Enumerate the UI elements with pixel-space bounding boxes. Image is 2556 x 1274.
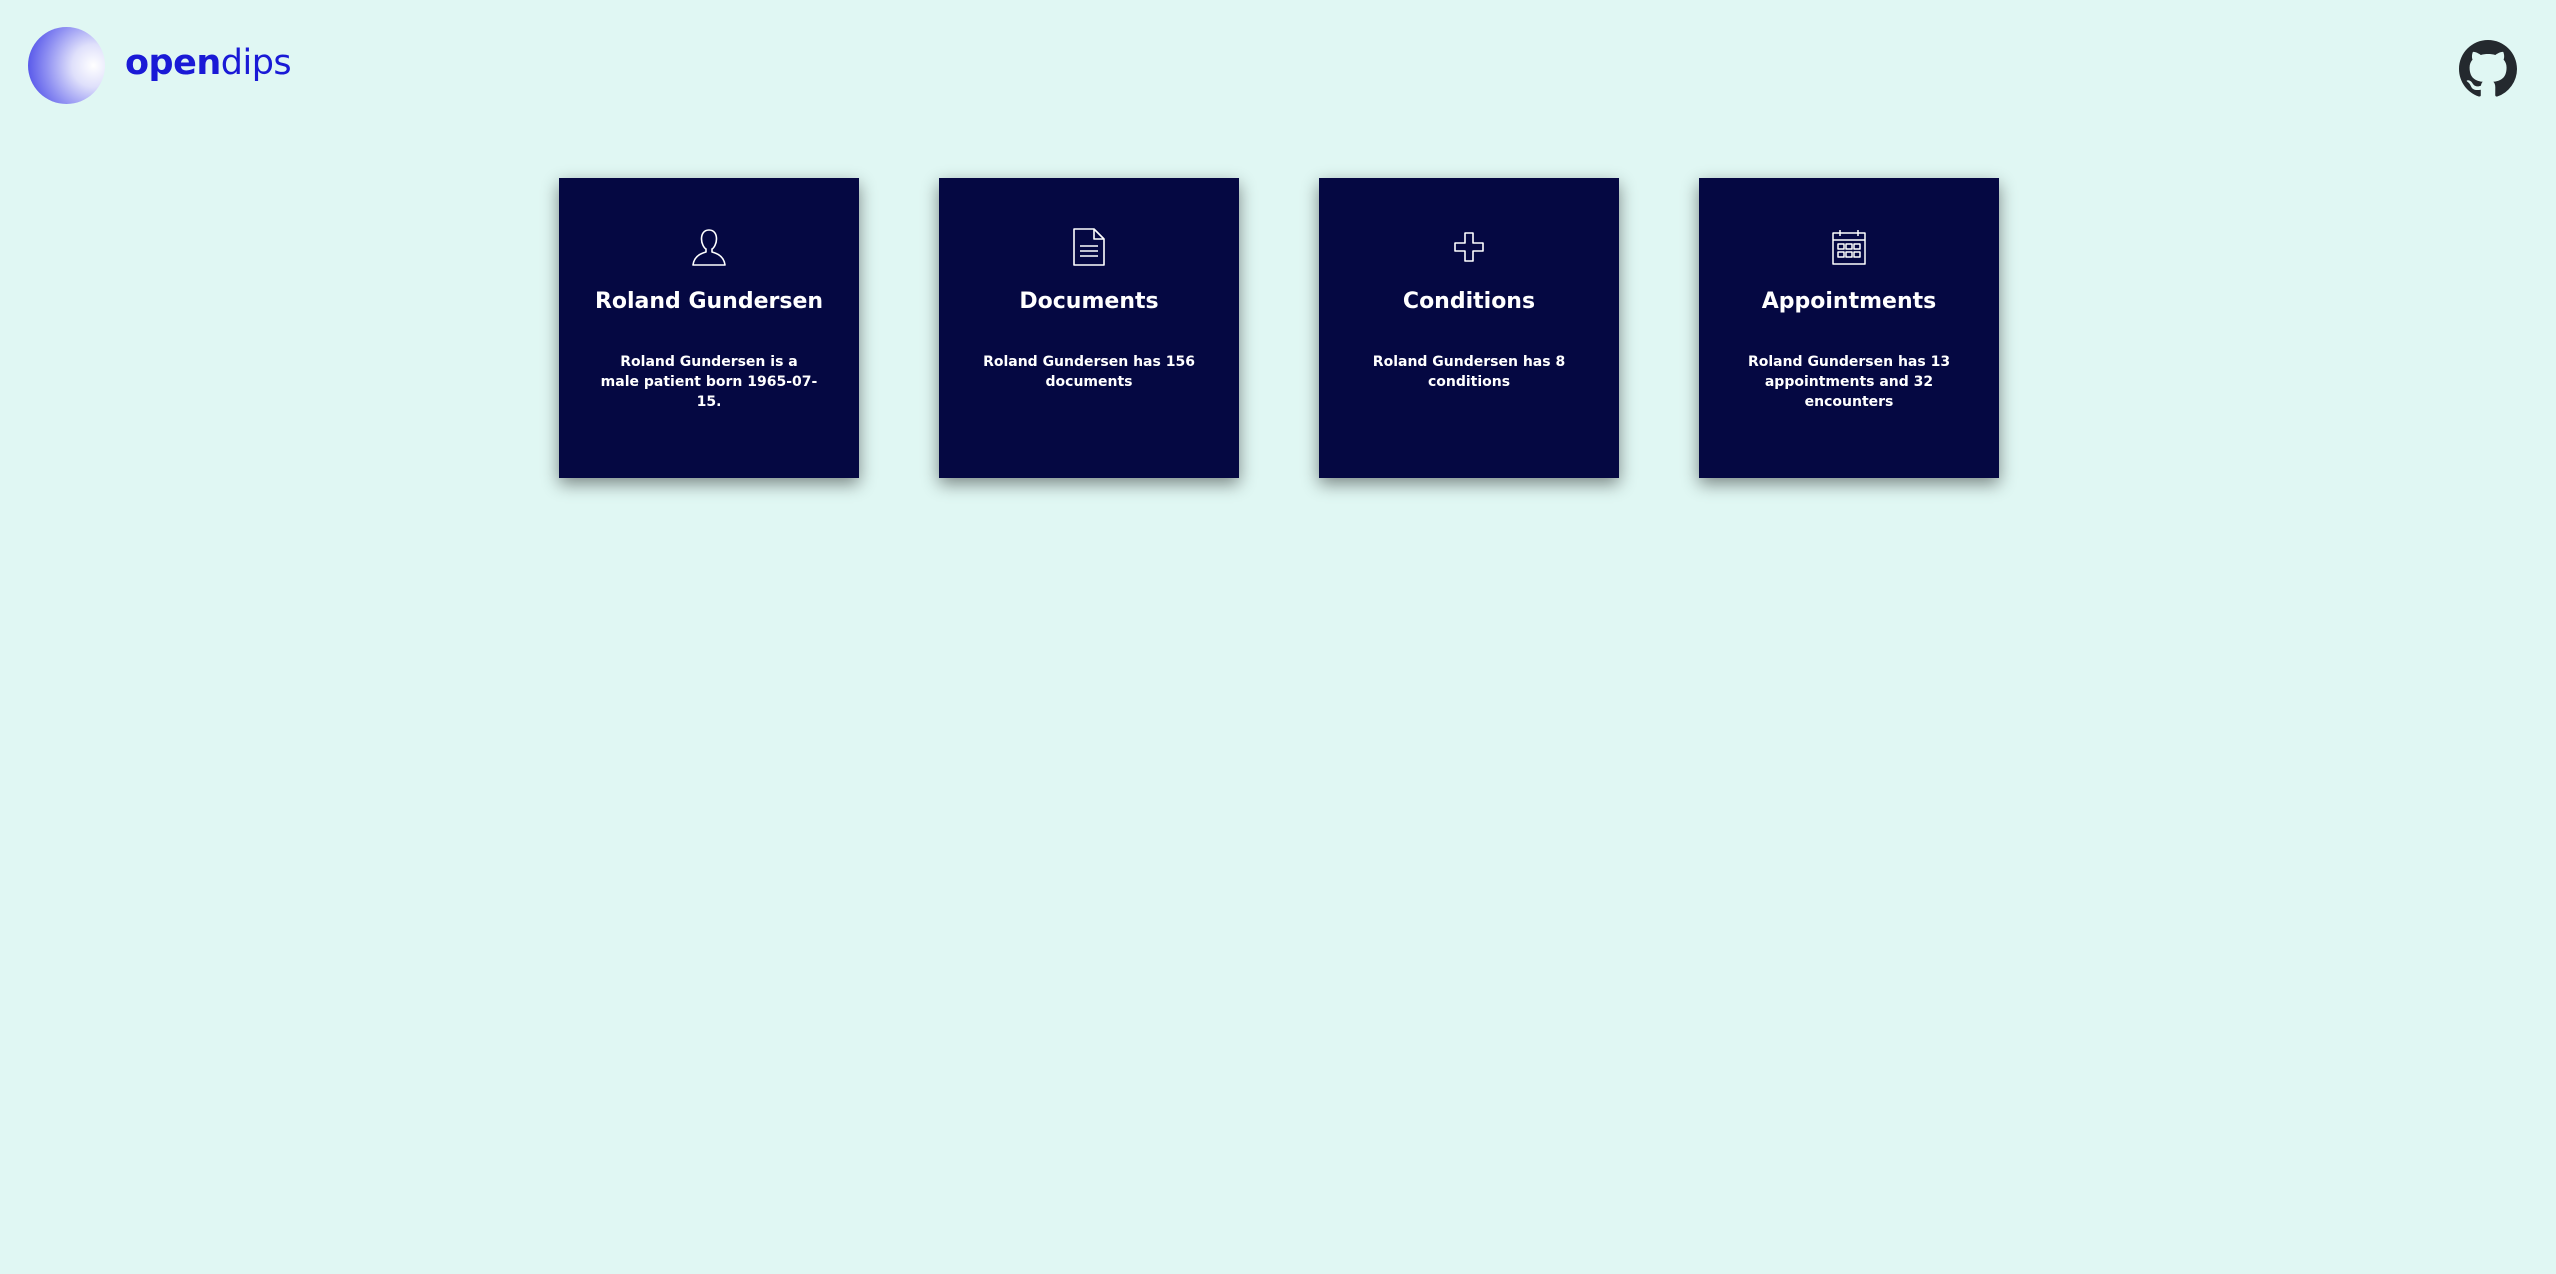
card-description: Roland Gundersen is a male patient born … xyxy=(600,354,818,410)
card-title: Documents xyxy=(1019,289,1159,314)
logo-text-dips: dips xyxy=(220,43,292,83)
logo-circle-icon xyxy=(28,27,105,104)
overview-cards: Roland Gundersen Roland Gundersen is a m… xyxy=(559,178,1999,478)
card-title: Conditions xyxy=(1402,289,1536,314)
card-title: Appointments xyxy=(1761,289,1937,314)
github-icon xyxy=(2459,40,2517,97)
card-title: Roland Gundersen xyxy=(594,289,824,314)
card-description: Roland Gundersen has 13 appointments and… xyxy=(1747,354,1951,410)
home-logo-link[interactable]: opendips xyxy=(28,27,292,104)
card-description: Roland Gundersen has 156 documents xyxy=(983,354,1195,390)
github-link[interactable] xyxy=(2459,40,2517,98)
logo-text-open: open xyxy=(125,43,221,83)
calendar-icon xyxy=(1829,226,1869,268)
card-appointments[interactable]: Appointments Roland Gundersen has 13 app… xyxy=(1699,178,1999,478)
person-icon xyxy=(689,226,729,268)
card-documents[interactable]: Documents Roland Gundersen has 156 docum… xyxy=(939,178,1239,478)
app-header: opendips xyxy=(0,0,2556,130)
card-conditions[interactable]: Conditions Roland Gundersen has 8 condit… xyxy=(1319,178,1619,478)
document-icon xyxy=(1069,226,1109,268)
card-patient[interactable]: Roland Gundersen Roland Gundersen is a m… xyxy=(559,178,859,478)
card-description: Roland Gundersen has 8 conditions xyxy=(1372,354,1566,390)
medical-cross-icon xyxy=(1449,226,1489,268)
logo-wordmark: opendips xyxy=(125,43,292,85)
